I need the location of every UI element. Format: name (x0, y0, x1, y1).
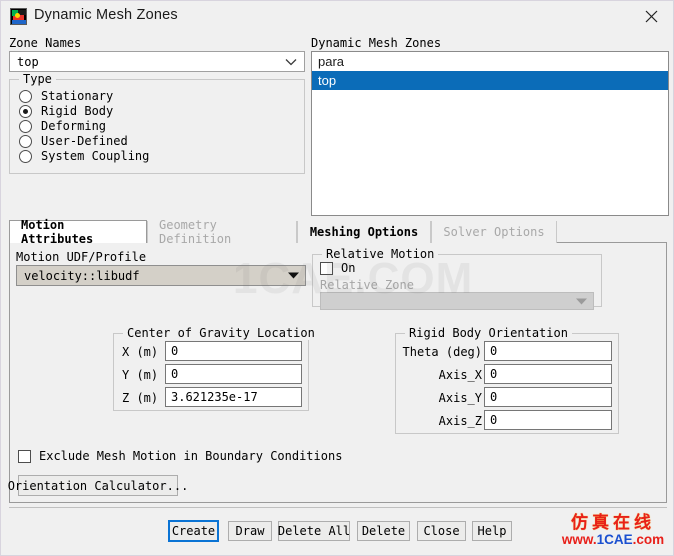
dynamic-mesh-zones-dialog: Dynamic Mesh Zones Zone Names top Type S… (0, 0, 674, 556)
tab-meshing-options[interactable]: Meshing Options (297, 221, 431, 243)
brand-1cae: 1CAE (597, 532, 633, 547)
list-item[interactable]: para (312, 52, 668, 71)
radio-label: Rigid Body (41, 104, 113, 118)
zones-listbox[interactable]: para top (311, 51, 669, 216)
radio-rigid-body[interactable]: Rigid Body (19, 104, 113, 118)
radio-indicator (19, 135, 32, 148)
radio-label: System Coupling (41, 149, 149, 163)
tab-geometry-definition[interactable]: Geometry Definition (147, 221, 297, 243)
tab-strip: Motion Attributes Geometry Definition Me… (9, 221, 667, 243)
relative-zone-label: Relative Zone (320, 278, 414, 292)
type-group-title: Type (19, 72, 56, 86)
brand-watermark: 仿真在线 www.1CAE.com (557, 513, 669, 553)
radio-system-coupling[interactable]: System Coupling (19, 149, 149, 163)
axis-z-label: Axis_Z (402, 414, 482, 428)
close-icon[interactable] (629, 1, 673, 31)
motion-udf-label: Motion UDF/Profile (16, 250, 146, 264)
relative-motion-on-checkbox[interactable]: On (320, 261, 355, 275)
relative-motion-title: Relative Motion (322, 247, 438, 261)
close-button[interactable]: Close (417, 521, 466, 541)
cog-y-label: Y (m) (122, 368, 170, 382)
cog-x-input[interactable]: 0 (165, 341, 302, 361)
center-of-gravity-title: Center of Gravity Location (123, 326, 319, 340)
orientation-calculator-button[interactable]: Orientation Calculator... (18, 475, 178, 496)
radio-indicator-selected (19, 105, 32, 118)
type-group: Type Stationary Rigid Body Deforming Use… (9, 79, 305, 174)
motion-attributes-panel: Motion UDF/Profile velocity::libudf Rela… (9, 243, 667, 503)
zones-list-label: Dynamic Mesh Zones (311, 36, 441, 50)
radio-user-defined[interactable]: User-Defined (19, 134, 128, 148)
checkbox-label: On (341, 261, 355, 275)
triangle-down-icon (281, 272, 305, 279)
checkbox-indicator (18, 450, 31, 463)
create-button[interactable]: Create (168, 520, 219, 542)
exclude-mesh-motion-checkbox[interactable]: Exclude Mesh Motion in Boundary Conditio… (18, 449, 342, 463)
tab-motion-attributes[interactable]: Motion Attributes (9, 220, 147, 243)
title-bar: Dynamic Mesh Zones (1, 1, 673, 32)
theta-input[interactable]: 0 (484, 341, 612, 361)
cog-z-label: Z (m) (122, 391, 170, 405)
axis-z-input[interactable]: 0 (484, 410, 612, 430)
fluent-app-icon (10, 8, 27, 25)
motion-udf-combo[interactable]: velocity::libudf (16, 265, 306, 286)
center-of-gravity-group: Center of Gravity Location X (m) 0 Y (m)… (113, 333, 309, 411)
axis-y-label: Axis_Y (402, 391, 482, 405)
radio-indicator (19, 150, 32, 163)
rigid-body-orientation-group: Rigid Body Orientation Theta (deg) 0 Axi… (395, 333, 619, 434)
axis-y-input[interactable]: 0 (484, 387, 612, 407)
delete-all-button[interactable]: Delete All (278, 521, 350, 541)
radio-deforming[interactable]: Deforming (19, 119, 106, 133)
brand-watermark-cn: 仿真在线 (557, 513, 669, 532)
radio-indicator (19, 120, 32, 133)
cog-z-input[interactable]: 3.621235e-17 (165, 387, 302, 407)
list-item-selected[interactable]: top (312, 71, 668, 90)
cog-y-input[interactable]: 0 (165, 364, 302, 384)
tab-solver-options[interactable]: Solver Options (431, 221, 557, 243)
rigid-body-orientation-title: Rigid Body Orientation (405, 326, 572, 340)
brand-www: www. (562, 532, 597, 547)
zone-names-combo[interactable]: top (9, 51, 305, 72)
brand-com: .com (633, 532, 665, 547)
brand-watermark-url: www.1CAE.com (557, 532, 669, 548)
theta-label: Theta (deg) (402, 345, 482, 359)
help-button[interactable]: Help (472, 521, 512, 541)
axis-x-label: Axis_X (402, 368, 482, 382)
window-title: Dynamic Mesh Zones (34, 7, 178, 23)
radio-label: Deforming (41, 119, 106, 133)
checkbox-label: Exclude Mesh Motion in Boundary Conditio… (39, 449, 342, 463)
relative-zone-combo[interactable] (320, 292, 594, 310)
motion-udf-value: velocity::libudf (17, 269, 281, 283)
relative-motion-group: Relative Motion On Relative Zone (312, 254, 602, 307)
chevron-down-icon (278, 58, 304, 66)
radio-label: Stationary (41, 89, 113, 103)
checkbox-indicator (320, 262, 333, 275)
footer-separator (9, 507, 667, 508)
zone-names-label: Zone Names (9, 36, 81, 50)
zone-names-value: top (10, 55, 278, 69)
draw-button[interactable]: Draw (228, 521, 272, 541)
triangle-down-icon (569, 298, 593, 305)
cog-x-label: X (m) (122, 345, 170, 359)
delete-button[interactable]: Delete (357, 521, 410, 541)
radio-stationary[interactable]: Stationary (19, 89, 113, 103)
radio-indicator (19, 90, 32, 103)
radio-label: User-Defined (41, 134, 128, 148)
axis-x-input[interactable]: 0 (484, 364, 612, 384)
